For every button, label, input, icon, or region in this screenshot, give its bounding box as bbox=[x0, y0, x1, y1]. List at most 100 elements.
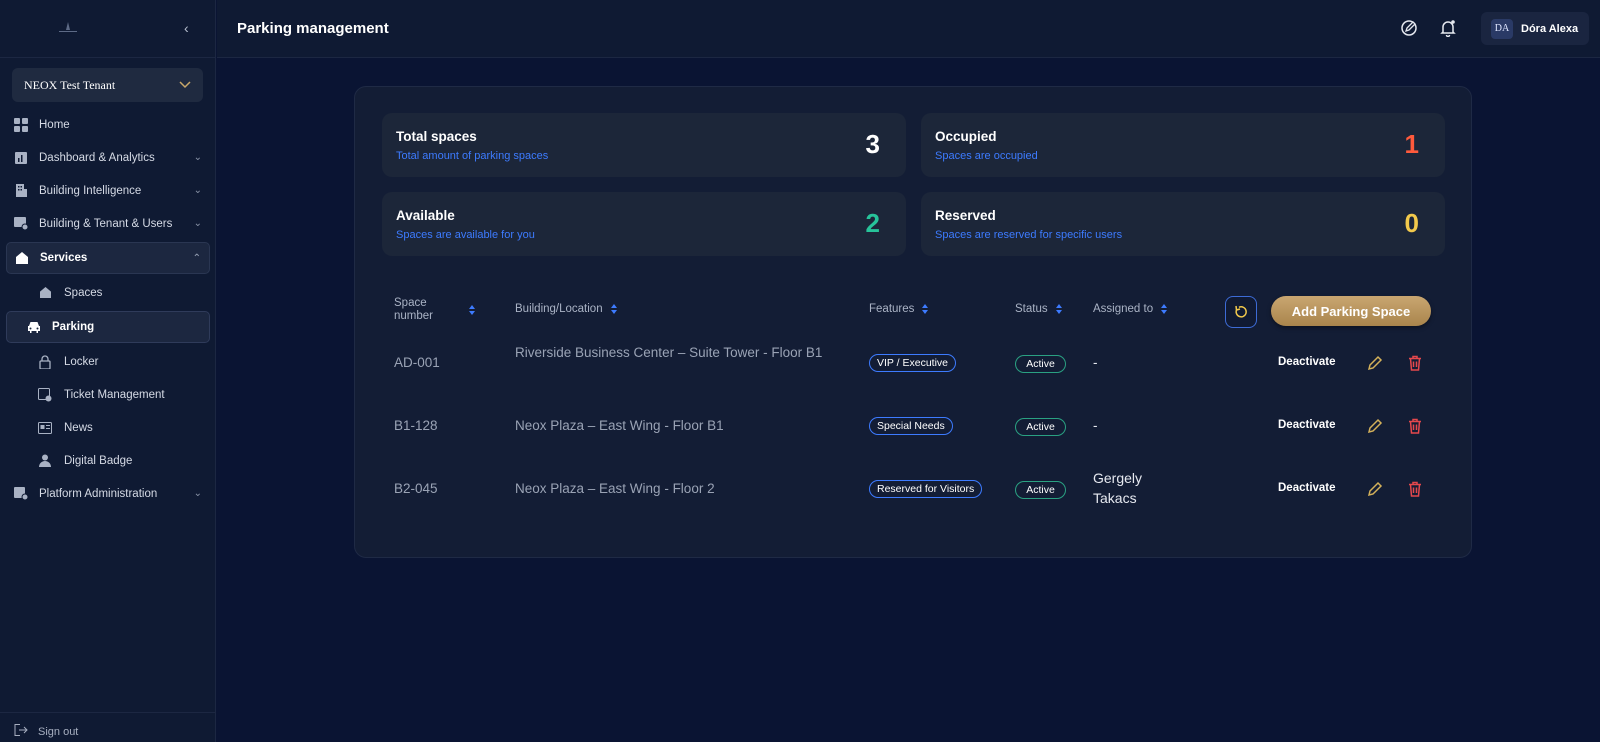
deactivate-button[interactable]: Deactivate bbox=[1278, 419, 1336, 431]
home-icon bbox=[15, 251, 29, 265]
feature-tag: Reserved for Visitors bbox=[869, 480, 983, 498]
sidebar-item-services[interactable]: Services ⌃ bbox=[6, 242, 210, 274]
logo-icon bbox=[59, 22, 77, 32]
sign-out-label: Sign out bbox=[38, 725, 79, 738]
sidebar-item-home[interactable]: Home bbox=[0, 108, 216, 141]
column-header-features[interactable]: Features bbox=[869, 303, 929, 315]
stat-card-reserved: Reserved Spaces are reserved for specifi… bbox=[921, 192, 1445, 256]
building-location: Riverside Business Center – Suite Tower … bbox=[515, 345, 823, 360]
stat-card-available: Available Spaces are available for you 2 bbox=[382, 192, 906, 256]
space-number: B2-045 bbox=[394, 481, 438, 496]
stat-value: 2 bbox=[865, 208, 880, 238]
bell-icon[interactable] bbox=[1439, 19, 1457, 37]
sidebar-item-label: Parking bbox=[52, 321, 95, 333]
add-parking-space-button[interactable]: Add Parking Space bbox=[1271, 296, 1431, 326]
pencil-icon[interactable] bbox=[1366, 354, 1384, 372]
column-header-space-number[interactable]: Space number bbox=[394, 297, 475, 323]
assigned-to: Gergely Takacs bbox=[1093, 470, 1143, 506]
parking-panel: Total spaces Total amount of parking spa… bbox=[354, 86, 1472, 558]
stat-value: 3 bbox=[865, 129, 880, 159]
sidebar-item-dashboard-analytics[interactable]: Dashboard & Analytics ⌄ bbox=[0, 141, 216, 174]
trash-icon[interactable] bbox=[1406, 354, 1424, 372]
stat-title: Reserved bbox=[935, 208, 996, 223]
pencil-icon[interactable] bbox=[1366, 480, 1384, 498]
assigned-to: - bbox=[1093, 418, 1098, 433]
feature-tag: VIP / Executive bbox=[869, 354, 957, 372]
grid-icon bbox=[14, 117, 28, 132]
sidebar-item-label: Ticket Management bbox=[64, 388, 165, 401]
stat-subtitle: Total amount of parking spaces bbox=[396, 150, 549, 162]
sort-icon bbox=[1161, 303, 1168, 315]
sidebar-header: ‹ bbox=[0, 0, 215, 58]
column-header-status[interactable]: Status bbox=[1015, 303, 1062, 315]
deactivate-button[interactable]: Deactivate bbox=[1278, 482, 1336, 494]
sidebar-item-label: News bbox=[64, 421, 93, 434]
column-header-label: Features bbox=[869, 303, 915, 315]
building-location: Neox Plaza – East Wing - Floor B1 bbox=[515, 418, 724, 433]
column-header-assigned[interactable]: Assigned to bbox=[1093, 303, 1168, 315]
sidebar-item-label: Dashboard & Analytics bbox=[39, 151, 155, 164]
tenant-name: NEOX Test Tenant bbox=[24, 77, 116, 92]
feature-tag: Special Needs bbox=[869, 417, 953, 435]
home-icon bbox=[38, 286, 52, 300]
tenant-selector[interactable]: NEOX Test Tenant bbox=[12, 68, 203, 102]
column-header-label: Building/Location bbox=[515, 303, 603, 315]
chevron-down-icon: ⌄ bbox=[193, 488, 202, 499]
sort-icon bbox=[610, 303, 617, 315]
sidebar: ‹ NEOX Test Tenant Home Dashboard & Anal… bbox=[0, 0, 216, 742]
stat-title: Total spaces bbox=[396, 129, 477, 144]
building-icon bbox=[14, 184, 28, 198]
avatar: DA bbox=[1491, 18, 1513, 39]
user-menu[interactable]: DA Dóra Alexa bbox=[1481, 12, 1589, 45]
stat-title: Occupied bbox=[935, 129, 997, 144]
admin-icon bbox=[14, 487, 28, 501]
chevron-up-icon: ⌃ bbox=[192, 252, 201, 264]
sidebar-item-platform-administration[interactable]: Platform Administration ⌄ bbox=[0, 477, 216, 510]
sign-out-button[interactable]: Sign out bbox=[0, 712, 216, 742]
trash-icon[interactable] bbox=[1406, 480, 1424, 498]
sidebar-item-label: Building Intelligence bbox=[39, 184, 142, 197]
user-icon bbox=[38, 454, 52, 468]
sidebar-item-locker[interactable]: Locker bbox=[0, 345, 216, 378]
sort-icon bbox=[1055, 303, 1062, 315]
users-building-icon bbox=[14, 217, 28, 231]
sidebar-nav: Home Dashboard & Analytics ⌄ Building In… bbox=[0, 108, 216, 510]
pencil-icon[interactable] bbox=[1366, 417, 1384, 435]
page-title: Parking management bbox=[237, 20, 389, 37]
stat-card-occupied: Occupied Spaces are occupied 1 bbox=[921, 113, 1445, 177]
top-bar: Parking management DA Dóra Alexa bbox=[217, 0, 1600, 58]
collapse-sidebar-icon[interactable]: ‹ bbox=[184, 20, 198, 36]
sort-icon bbox=[922, 303, 929, 315]
sidebar-item-ticket-management[interactable]: Ticket Management bbox=[0, 378, 216, 411]
stat-title: Available bbox=[396, 208, 455, 223]
status-badge: Active bbox=[1015, 355, 1066, 373]
sidebar-item-building-tenant-users[interactable]: Building & Tenant & Users ⌄ bbox=[0, 207, 216, 240]
sidebar-item-label: Spaces bbox=[64, 286, 103, 299]
chevron-down-icon bbox=[179, 78, 191, 93]
user-name: Dóra Alexa bbox=[1521, 22, 1579, 35]
sidebar-item-news[interactable]: News bbox=[0, 411, 216, 444]
stat-subtitle: Spaces are reserved for specific users bbox=[935, 229, 1123, 241]
chart-icon bbox=[14, 151, 28, 165]
sidebar-item-parking[interactable]: Parking bbox=[6, 311, 210, 343]
lock-icon bbox=[38, 354, 52, 369]
stat-value: 0 bbox=[1404, 208, 1419, 238]
deactivate-button[interactable]: Deactivate bbox=[1278, 356, 1336, 368]
sort-icon bbox=[469, 304, 475, 316]
column-header-label: Status bbox=[1015, 303, 1048, 315]
sidebar-item-digital-badge[interactable]: Digital Badge bbox=[0, 444, 216, 477]
sidebar-item-spaces[interactable]: Spaces bbox=[0, 276, 216, 309]
chevron-down-icon: ⌄ bbox=[193, 218, 202, 229]
sidebar-item-building-intelligence[interactable]: Building Intelligence ⌄ bbox=[0, 174, 216, 207]
trash-icon[interactable] bbox=[1406, 417, 1424, 435]
sign-out-icon bbox=[14, 724, 28, 739]
column-header-building[interactable]: Building/Location bbox=[515, 303, 617, 315]
sidebar-item-label: Platform Administration bbox=[39, 487, 158, 500]
building-location: Neox Plaza – East Wing - Floor 2 bbox=[515, 481, 715, 496]
edit-circle-icon[interactable] bbox=[1400, 19, 1418, 37]
sidebar-item-label: Digital Badge bbox=[64, 454, 133, 467]
column-header-label: Space number bbox=[394, 297, 433, 322]
assigned-to: - bbox=[1093, 355, 1098, 370]
stat-value: 1 bbox=[1404, 129, 1419, 159]
refresh-button[interactable] bbox=[1225, 296, 1257, 328]
